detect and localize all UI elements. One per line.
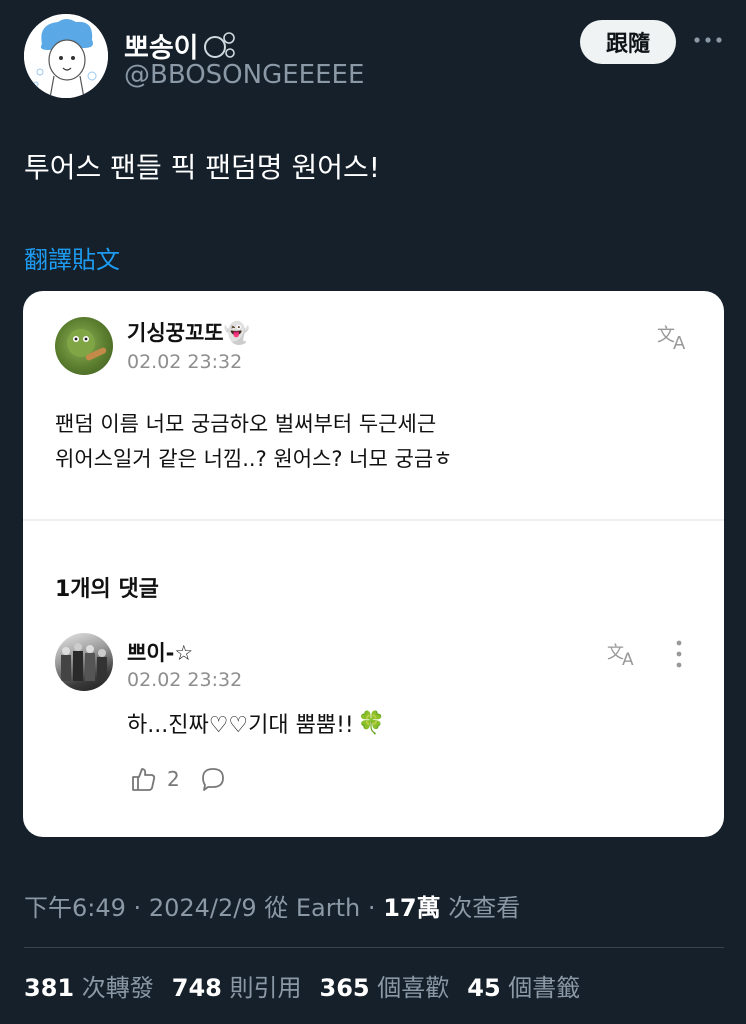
card-post-line-1: 팬덤 이름 너모 궁금하오 벌써부터 두근세근 [55, 412, 437, 436]
author-avatar-image [24, 14, 108, 98]
meta-separator: · [367, 894, 376, 922]
stats-divider [24, 947, 724, 948]
tweet-text: 투어스 팬들 픽 팬덤명 원어스! [24, 151, 380, 184]
more-vertical-icon[interactable] [667, 637, 691, 671]
card-divider [23, 519, 724, 521]
retweets-stat[interactable]: 381 次轉發 [24, 968, 154, 1003]
more-horizontal-icon[interactable] [690, 22, 726, 58]
card-post-line-2: 위어스일거 같은 너낌..? 원어스? 너모 궁금ㅎ [55, 447, 453, 471]
card-post-body: 팬덤 이름 너모 궁금하오 벌써부터 두근세근 위어스일거 같은 너낌..? 원… [55, 407, 452, 477]
svg-text:A: A [673, 333, 686, 351]
quotes-label: 則引用 [229, 974, 302, 1002]
reply-icon[interactable] [199, 765, 227, 793]
card-author-name: 기싱꿍꼬또👻 [127, 321, 250, 345]
quotes-count: 748 [171, 974, 222, 1002]
views-label: 次查看 [448, 894, 521, 922]
views-count: 17萬 [383, 894, 441, 922]
author-handle[interactable]: @BBOSONGEEEEE [124, 60, 364, 90]
tweet-date[interactable]: 2024/2/9 [149, 894, 257, 922]
quotes-stat[interactable]: 748 則引用 [172, 968, 302, 1003]
comment-count-label: 1개의 댓글 [55, 577, 159, 602]
comment-author-name: 쁘이-☆ [127, 641, 194, 665]
bookmarks-stat[interactable]: 45 個書籤 [467, 968, 580, 1003]
comment-text: 하...진짜♡♡기대 뿜뿜!! 🍀 [127, 707, 385, 739]
follow-button[interactable]: 跟隨 [580, 20, 676, 64]
card-author-avatar [55, 317, 113, 375]
bookmarks-count: 45 [467, 974, 501, 1002]
like-icon[interactable] [127, 765, 157, 793]
tweet-time[interactable]: 下午6:49 [24, 894, 126, 922]
svg-text:A: A [622, 650, 634, 667]
comment-author-avatar [55, 633, 113, 691]
bookmarks-label: 個書籤 [508, 974, 581, 1002]
clover-emoji: 🍀 [357, 710, 386, 736]
tweet-source: 從 Earth [264, 894, 361, 922]
tweet-header: 뽀송이 @BBOSONGEEEEE 跟隨 [24, 14, 724, 104]
tweet-meta: 下午6:49 · 2024/2/9 從 Earth · 17萬 次查看 [24, 888, 520, 923]
retweets-count: 381 [24, 974, 75, 1002]
likes-label: 個喜歡 [377, 974, 450, 1002]
likes-count: 365 [319, 974, 370, 1002]
tweet-stats: 381 次轉發 748 則引用 365 個喜歡 45 個書籤 [24, 968, 580, 1003]
likes-stat[interactable]: 365 個喜歡 [320, 968, 450, 1003]
like-count: 2 [167, 767, 180, 791]
comment-timestamp: 02.02 23:32 [127, 669, 243, 691]
meta-separator: · [133, 894, 142, 922]
translate-icon[interactable]: 文 A [657, 321, 693, 351]
author-avatar[interactable] [24, 14, 108, 98]
retweets-label: 次轉發 [81, 974, 154, 1002]
translate-post-link[interactable]: 翻譯貼文 [24, 240, 120, 275]
card-timestamp: 02.02 23:32 [127, 351, 243, 373]
embedded-screenshot-card[interactable]: 기싱꿍꼬또👻 02.02 23:32 文 A 팬덤 이름 너모 궁금하오 벌써부… [23, 291, 724, 837]
bubbles-icon [203, 31, 235, 58]
comment-text-body: 하...진짜♡♡기대 뿜뿜!! [127, 713, 354, 738]
comment-translate-icon[interactable]: 文 A [607, 639, 641, 667]
